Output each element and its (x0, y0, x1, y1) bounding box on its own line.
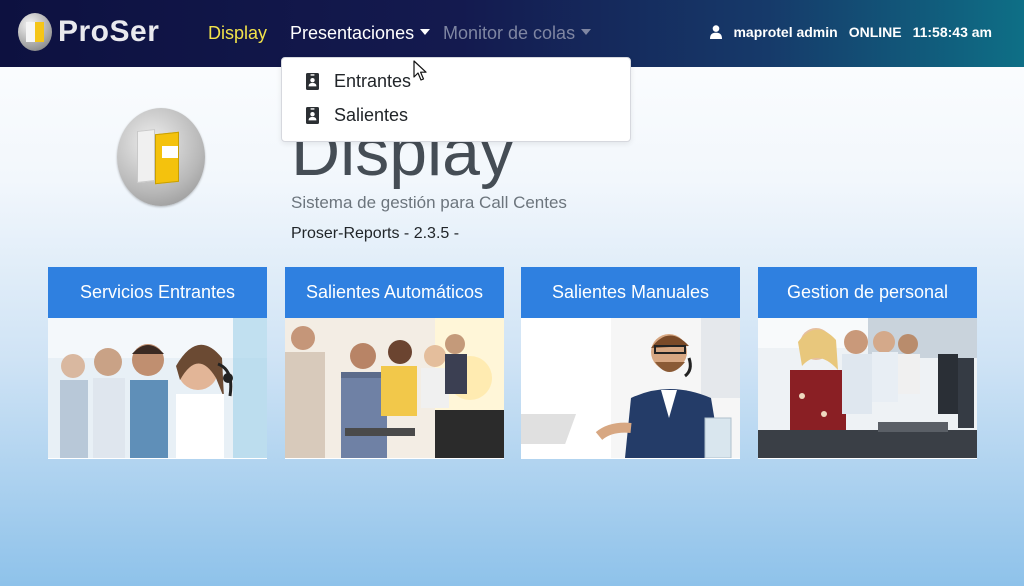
card-title[interactable]: Servicios Entrantes (48, 267, 267, 318)
nav-presentaciones-label: Presentaciones (290, 23, 415, 43)
brand-name: ProSer (58, 15, 160, 48)
card-title[interactable]: Gestion de personal (758, 267, 977, 318)
proser-logo-icon (18, 13, 52, 51)
id-card-icon (306, 73, 319, 90)
call-center-team-image (758, 318, 977, 458)
caret-down-icon (581, 29, 592, 35)
presentaciones-dropdown-menu: Entrantes Salientes (281, 57, 631, 142)
call-center-agents-image (285, 318, 504, 458)
nav-monitor-label: Monitor de colas (443, 23, 576, 43)
dropdown-item-salientes[interactable]: Salientes (306, 105, 408, 126)
nav-display-link[interactable]: Display (208, 21, 267, 45)
card-salientes-automaticos[interactable]: Salientes Automáticos (285, 267, 504, 459)
dropdown-item-entrantes[interactable]: Entrantes (306, 71, 411, 92)
caret-down-icon (420, 29, 431, 35)
clock-time: 11:58:43 am (912, 24, 992, 40)
brand-logo[interactable]: ProSer (18, 13, 159, 51)
mouse-cursor-icon (413, 60, 427, 81)
page-subtitle: Sistema de gestión para Call Centes (291, 193, 567, 212)
user-icon (710, 25, 723, 39)
card-gestion-personal[interactable]: Gestion de personal (758, 267, 977, 459)
user-status-area: maprotel admin ONLINE 11:58:43 am (710, 23, 992, 41)
dropdown-item-label: Salientes (334, 105, 409, 125)
user-name[interactable]: maprotel admin (733, 23, 837, 41)
nav-monitor-dropdown[interactable]: Monitor de colas (443, 21, 592, 45)
version-label: Proser-Reports - 2.3.5 - (291, 225, 460, 242)
card-salientes-manuales[interactable]: Salientes Manuales (521, 267, 740, 459)
connection-status: ONLINE (848, 24, 902, 40)
dropdown-item-label: Entrantes (334, 71, 412, 91)
card-title[interactable]: Salientes Automáticos (285, 267, 504, 318)
id-card-icon (306, 107, 319, 124)
card-title[interactable]: Salientes Manuales (521, 267, 740, 318)
display-logo-icon (117, 108, 205, 206)
nav-presentaciones-dropdown[interactable]: Presentaciones (290, 21, 431, 45)
call-center-agents-image (48, 318, 267, 458)
card-servicios-entrantes[interactable]: Servicios Entrantes (48, 267, 267, 459)
call-center-agent-image (521, 318, 740, 458)
